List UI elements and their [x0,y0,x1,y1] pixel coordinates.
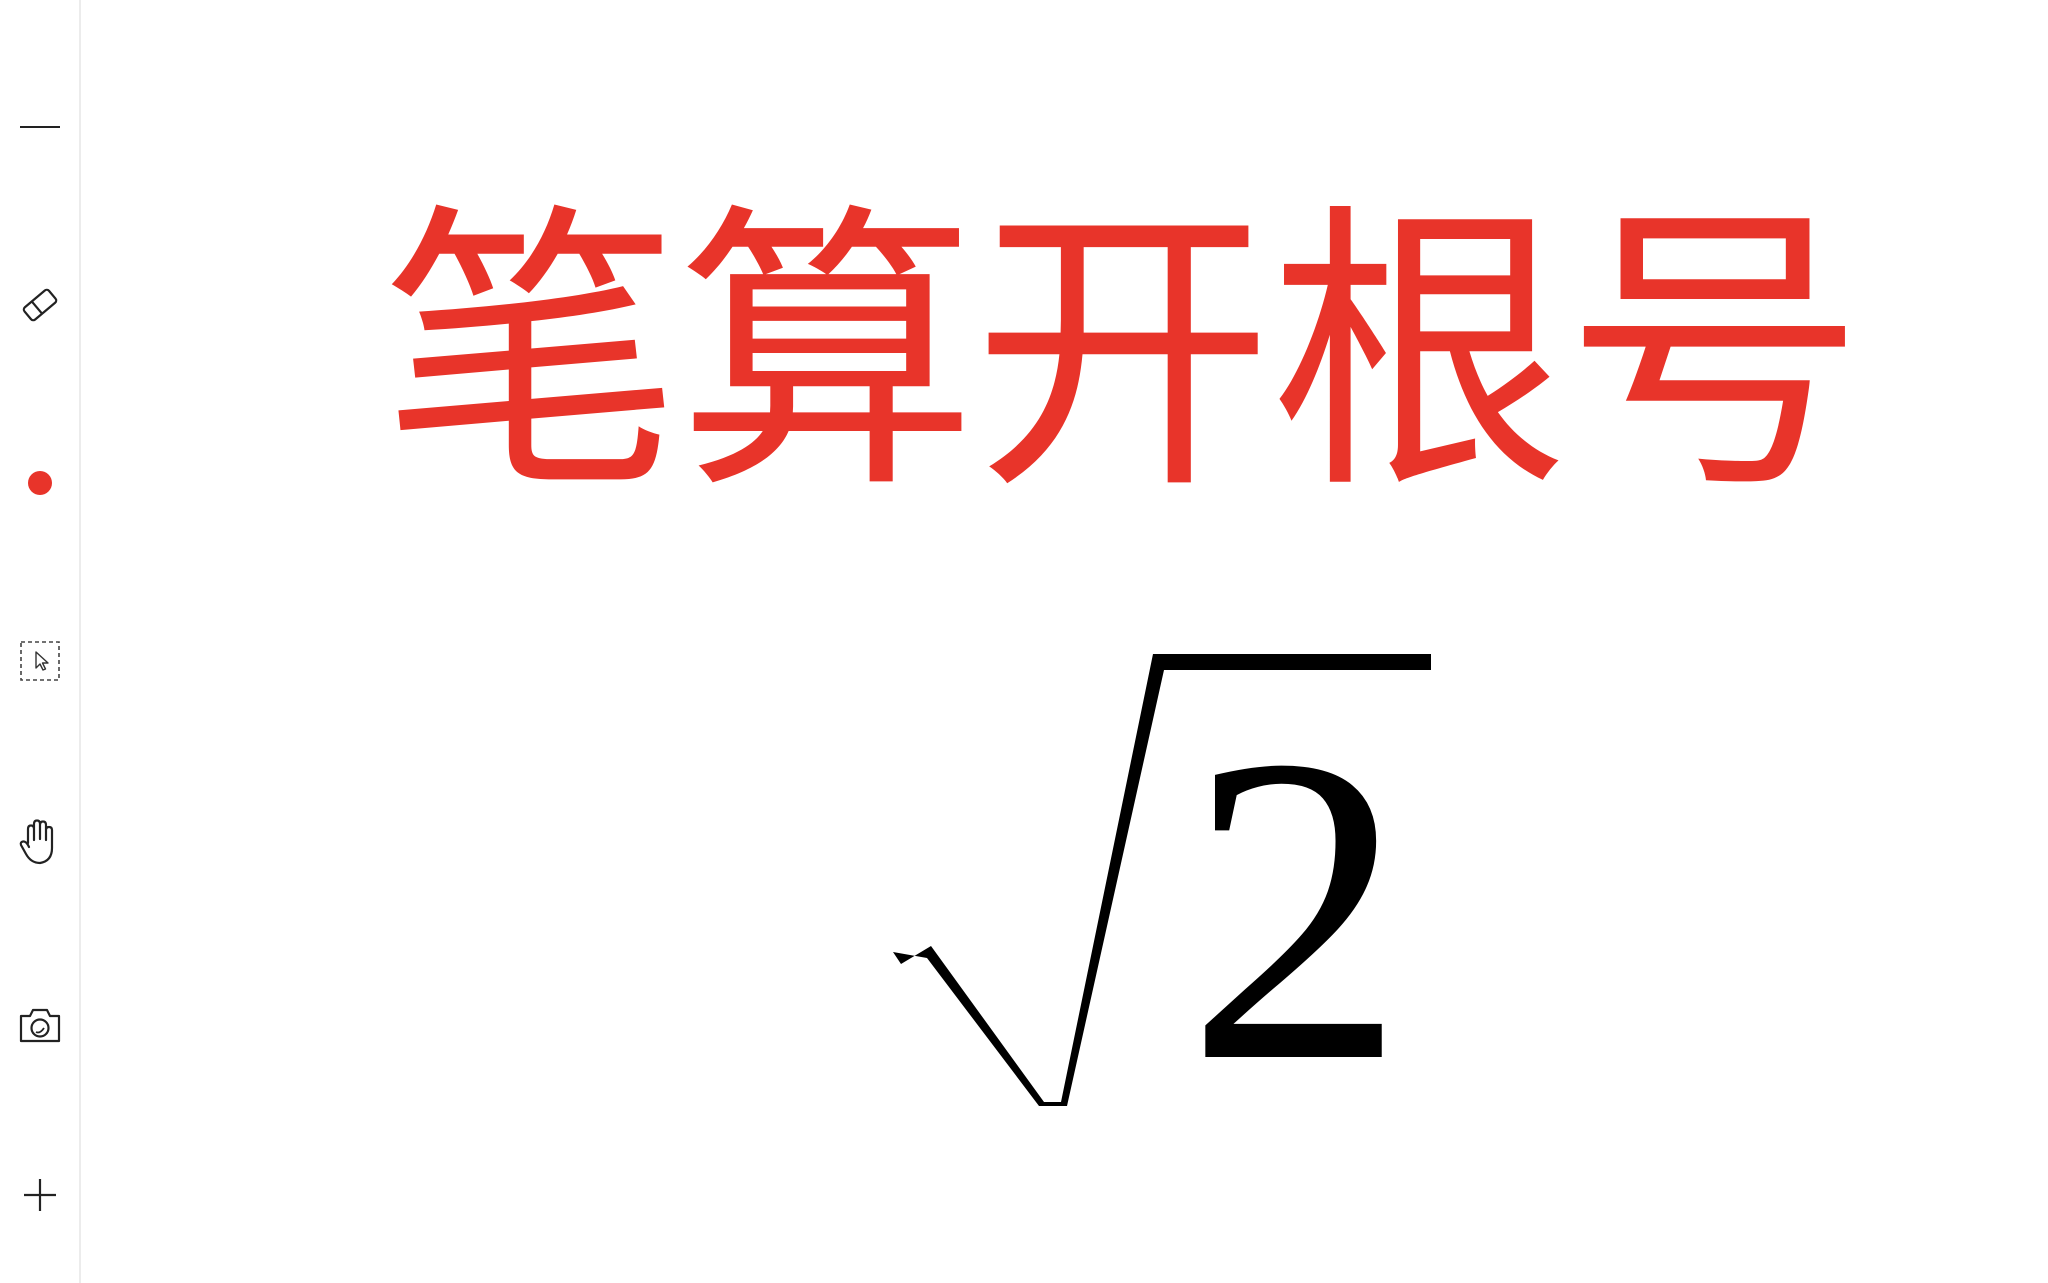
radicand-value: 2 [1186,666,1406,1153]
hand-tool-button[interactable] [0,797,79,887]
selection-cursor-icon [19,641,60,681]
pen-color-button[interactable] [0,438,79,528]
select-tool-button[interactable] [0,616,79,706]
minus-line-icon [19,126,60,128]
add-page-button[interactable] [0,1150,79,1240]
eraser-icon [22,288,57,322]
camera-icon [19,1008,60,1043]
sqrt-expression: 2 [891,640,1441,1153]
hand-icon [19,819,53,865]
screenshot-tool-button[interactable] [0,980,79,1070]
plus-icon [23,1179,56,1211]
canvas-title: 笔算开根号 [381,190,1861,520]
drawing-canvas[interactable]: 笔算开根号 2 [81,0,2048,1283]
left-toolbar [0,0,81,1283]
whiteboard-app: 笔算开根号 2 [0,0,2048,1283]
line-tool-button[interactable] [0,82,79,172]
color-dot-icon [27,471,52,495]
eraser-tool-button[interactable] [0,260,79,350]
